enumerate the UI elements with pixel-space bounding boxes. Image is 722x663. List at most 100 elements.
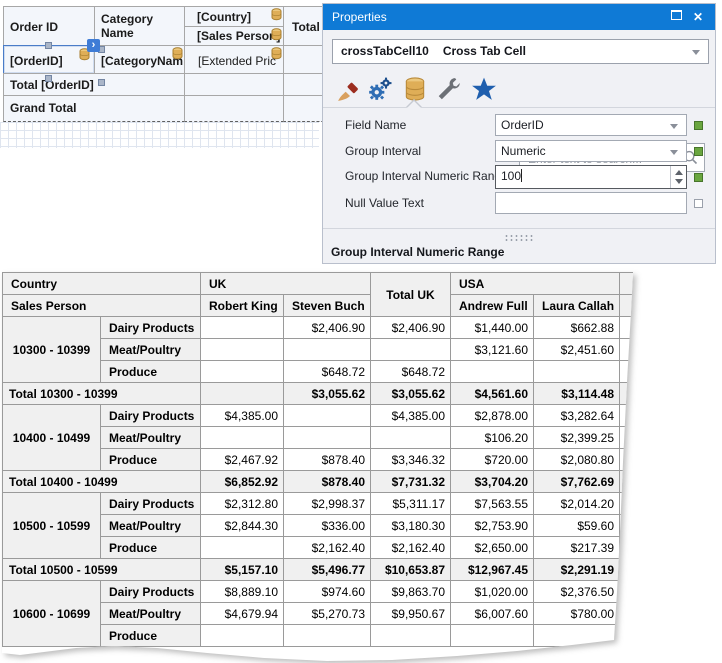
total-value-cell: $3,114.48 bbox=[534, 383, 620, 405]
header-steven-buchanan: Steven Buch bbox=[284, 295, 371, 317]
crosstab-cell-empty[interactable] bbox=[184, 73, 284, 96]
value-cell bbox=[284, 405, 371, 427]
total-value-cell: $6,852.92 bbox=[201, 471, 284, 493]
header-usa: USA bbox=[451, 273, 620, 295]
property-label: Group Interval bbox=[345, 144, 421, 158]
preview-data-row: 10300 - 10399Dairy Products$2,406.90$2,4… bbox=[3, 317, 636, 339]
preview-total-row: Total 10500 - 10599$5,157.10$5,496.77$10… bbox=[3, 559, 636, 581]
chevron-down-icon bbox=[692, 50, 700, 55]
category-cell: Produce bbox=[101, 625, 201, 647]
crosstab-cell-grand-total[interactable]: Grand Total bbox=[3, 95, 185, 122]
float-panel-button[interactable] bbox=[667, 4, 685, 30]
crosstab-cell-category-name[interactable]: Category Name bbox=[94, 6, 185, 46]
total-row-label: Total 10500 - 10599 bbox=[3, 559, 201, 581]
spin-up-icon[interactable] bbox=[675, 170, 683, 175]
description-divider bbox=[323, 228, 715, 229]
category-cell: Dairy Products bbox=[101, 405, 201, 427]
total-value-cell: $3,704.20 bbox=[451, 471, 534, 493]
cell-text: [CategoryNam bbox=[101, 54, 183, 68]
cell-text: [Country] bbox=[197, 10, 251, 24]
report-preview: CountryUKTotal UKUSASales PersonRobert K… bbox=[2, 272, 644, 663]
selection-handle[interactable] bbox=[45, 75, 52, 82]
crosstab-cell-orderid-field-selected[interactable]: [OrderID] bbox=[3, 45, 95, 74]
field-name-dropdown[interactable]: OrderID bbox=[495, 114, 687, 136]
value-cell: $2,998.37 bbox=[284, 493, 371, 515]
value-cell bbox=[620, 493, 636, 515]
selection-handle[interactable] bbox=[98, 79, 105, 86]
spin-down-icon[interactable] bbox=[675, 179, 683, 184]
value-cell bbox=[620, 405, 636, 427]
row-group-label: 10400 - 10499 bbox=[3, 405, 101, 471]
category-cell: Produce bbox=[101, 361, 201, 383]
crosstab-cell-order-id[interactable]: Order ID bbox=[3, 6, 95, 46]
value-cell: $648.72 bbox=[284, 361, 371, 383]
crosstab-cell-category-field[interactable]: [CategoryNam bbox=[94, 45, 185, 74]
value-cell: $6,007.60 bbox=[451, 603, 534, 625]
preview-header-row: Sales PersonRobert KingSteven BuchAndrew… bbox=[3, 295, 636, 317]
star-favorites-icon[interactable] bbox=[471, 76, 497, 102]
crosstab-cell-country[interactable]: [Country] bbox=[184, 6, 284, 27]
total-value-cell: $878.40 bbox=[284, 471, 371, 493]
total-value-cell bbox=[201, 383, 284, 405]
splitter-grip[interactable] bbox=[504, 234, 534, 241]
property-row-numeric-range: Group Interval Numeric Range 100 bbox=[323, 165, 715, 189]
property-set-marker bbox=[694, 199, 703, 208]
value-cell: $2,014.20 bbox=[534, 493, 620, 515]
value-cell bbox=[284, 427, 371, 449]
value-cell: $336.00 bbox=[284, 515, 371, 537]
chevron-down-icon bbox=[670, 150, 678, 155]
spin-buttons bbox=[670, 166, 686, 188]
value-cell: $4,385.00 bbox=[371, 405, 451, 427]
value-cell bbox=[620, 537, 636, 559]
crosstab-cell-total-orderid[interactable]: Total [OrderID] bbox=[3, 73, 185, 96]
numeric-range-spin-editor[interactable]: 100 bbox=[495, 165, 687, 189]
cell-text: Grand Total bbox=[10, 101, 76, 115]
preview-torn-page: CountryUKTotal UKUSASales PersonRobert K… bbox=[2, 272, 644, 663]
gears-behavior-icon[interactable] bbox=[367, 76, 393, 102]
selection-handle[interactable] bbox=[45, 42, 52, 49]
property-label: Null Value Text bbox=[345, 196, 424, 210]
value-cell: $2,376.50 bbox=[534, 581, 620, 603]
text-cursor bbox=[521, 169, 522, 182]
cell-text: Order ID bbox=[10, 20, 58, 34]
spin-value: 100 bbox=[501, 169, 521, 183]
value-cell bbox=[620, 515, 636, 537]
total-value-cell bbox=[620, 383, 636, 405]
value-cell bbox=[201, 427, 284, 449]
crosstab-cell-extended-price-field[interactable]: [Extended Pric bbox=[184, 45, 284, 74]
properties-panel: Properties ✕ crossTabCell10Cross Tab Cel… bbox=[322, 3, 716, 264]
value-cell: $2,844.30 bbox=[201, 515, 284, 537]
total-value-cell: $2,291.19 bbox=[534, 559, 620, 581]
value-cell: $3,346.32 bbox=[371, 449, 451, 471]
value-cell: $2,162.40 bbox=[284, 537, 371, 559]
property-row-null-value-text: Null Value Text bbox=[323, 192, 715, 216]
total-value-cell: $3,055.62 bbox=[371, 383, 451, 405]
total-value-cell: $ bbox=[620, 559, 636, 581]
crosstab-cell-empty[interactable] bbox=[184, 95, 284, 122]
selected-control-name: crossTabCell10 bbox=[341, 44, 429, 58]
value-cell: $5,311.17 bbox=[371, 493, 451, 515]
value-cell bbox=[371, 339, 451, 361]
total-value-cell: $7,731.32 bbox=[371, 471, 451, 493]
value-cell: $9,863.70 bbox=[371, 581, 451, 603]
smart-tag-button[interactable]: › bbox=[87, 39, 100, 52]
chevron-down-icon bbox=[670, 124, 678, 129]
null-value-text-input[interactable] bbox=[495, 192, 687, 214]
selected-control-combo[interactable]: crossTabCell10Cross Tab Cell bbox=[332, 39, 709, 64]
value-cell bbox=[620, 625, 636, 647]
value-cell bbox=[534, 625, 620, 647]
crosstab-cell-sales-person[interactable]: [Sales Person] bbox=[184, 26, 284, 46]
brush-appearance-icon[interactable] bbox=[337, 76, 363, 102]
value-cell bbox=[620, 339, 636, 361]
value-cell bbox=[284, 339, 371, 361]
value-cell: $3,180.30 bbox=[371, 515, 451, 537]
panel-title: Properties bbox=[332, 10, 387, 24]
group-interval-dropdown[interactable]: Numeric bbox=[495, 140, 687, 162]
value-cell: $4,385.00 bbox=[201, 405, 284, 427]
wrench-tools-icon[interactable] bbox=[436, 76, 462, 102]
total-value-cell: $5,496.77 bbox=[284, 559, 371, 581]
value-cell: $2,080.80 bbox=[534, 449, 620, 471]
close-panel-button[interactable]: ✕ bbox=[689, 4, 707, 30]
properties-titlebar[interactable]: Properties ✕ bbox=[323, 4, 715, 30]
value-cell bbox=[201, 339, 284, 361]
